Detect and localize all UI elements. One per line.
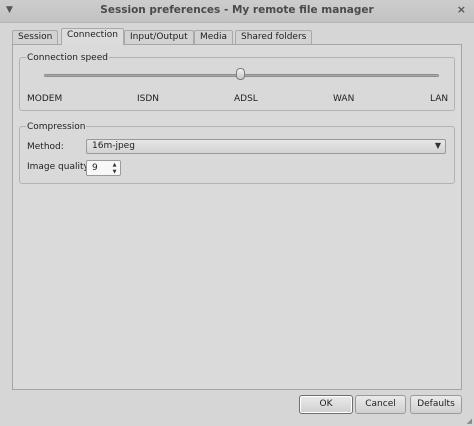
window-title: Session preferences - My remote file man… [100, 4, 374, 16]
speed-tick-isdn: ISDN [137, 94, 160, 104]
defaults-button[interactable]: Defaults [410, 395, 462, 414]
ok-button[interactable]: OK [299, 395, 353, 414]
speed-tick-adsl: ADSL [234, 94, 258, 104]
tab-shared-folders[interactable]: Shared folders [235, 30, 313, 44]
chevron-down-icon: ▼ [434, 141, 441, 150]
compression-group [19, 126, 455, 184]
image-quality-value: 9 [92, 163, 98, 173]
method-combobox[interactable]: 16m-jpeg ▼ [86, 139, 446, 154]
method-value: 16m-jpeg [92, 141, 135, 151]
tab-media[interactable]: Media [194, 30, 234, 44]
tab-session[interactable]: Session [12, 30, 59, 44]
method-label: Method: [27, 142, 64, 152]
connection-speed-label: Connection speed [26, 53, 109, 63]
spin-up-icon[interactable]: ▲ [110, 162, 119, 168]
connection-speed-slider-handle[interactable] [236, 68, 245, 80]
close-icon[interactable]: × [457, 3, 466, 16]
image-quality-spinbox[interactable]: 9 ▲ ▼ [86, 160, 121, 176]
tab-input-output[interactable]: Input/Output [124, 30, 194, 44]
speed-tick-lan: LAN [430, 94, 449, 104]
image-quality-label: Image quality: [27, 162, 92, 172]
title-bar[interactable]: ▼ Session preferences - My remote file m… [0, 0, 474, 23]
tab-connection[interactable]: Connection [61, 28, 124, 45]
compression-label: Compression [26, 122, 87, 132]
cancel-button[interactable]: Cancel [355, 395, 406, 414]
speed-tick-wan: WAN [333, 94, 355, 104]
spin-down-icon[interactable]: ▼ [110, 169, 119, 175]
resize-grip-icon[interactable]: ◢ [467, 417, 472, 425]
session-preferences-dialog: ▼ Session preferences - My remote file m… [0, 0, 474, 426]
speed-tick-modem: MODEM [27, 94, 63, 104]
